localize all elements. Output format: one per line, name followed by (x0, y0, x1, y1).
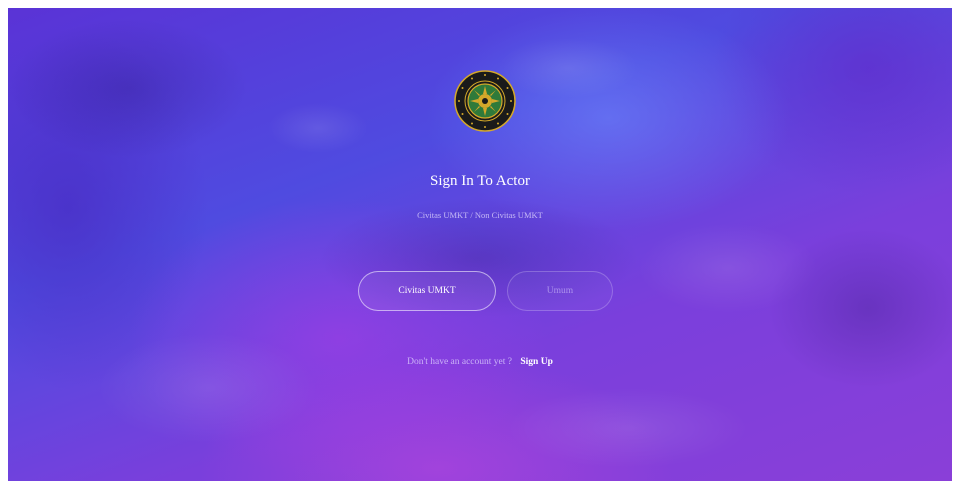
umum-button[interactable]: Umum (507, 271, 613, 311)
civitas-umkt-button[interactable]: Civitas UMKT (358, 271, 496, 311)
page-title: Sign In To Actor (430, 173, 530, 189)
page-subtitle: Civitas UMKT / Non Civitas UMKT (417, 210, 543, 220)
university-seal-icon (454, 70, 516, 132)
signup-prompt: Don't have an account yet ? (407, 357, 512, 367)
login-screen: Sign In To Actor Civitas UMKT / Non Civi… (8, 8, 952, 481)
signup-link[interactable]: Sign Up (520, 357, 552, 367)
signup-row: Don't have an account yet ? Sign Up (8, 357, 952, 367)
